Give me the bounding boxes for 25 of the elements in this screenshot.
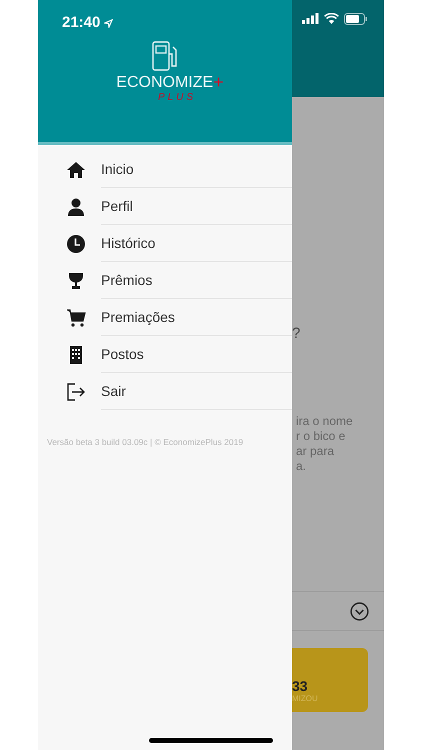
logo-subtitle: PLUS (158, 92, 196, 103)
question-text: ? (292, 324, 302, 344)
card-caption: MIZOU (292, 694, 319, 704)
cart-icon (66, 308, 86, 328)
paragraph-line: r o bico e (296, 429, 346, 444)
location-arrow-icon (104, 18, 114, 28)
logo-plus-sign: + (213, 74, 224, 90)
version-text: Versão beta 3 build 03.09c | © EconomizePlus 2019 (46, 436, 244, 449)
chevron-down-icon (350, 602, 369, 620)
dropdown-row[interactable] (292, 591, 384, 631)
wifi-icon (324, 13, 339, 24)
logo-wordmark: ECONOMIZE (116, 74, 214, 92)
clock-time: 21:40 (62, 12, 100, 33)
house-icon (66, 160, 86, 180)
clock-icon (66, 234, 86, 254)
exit-icon (66, 382, 86, 402)
person-icon (66, 196, 86, 216)
trophy-icon (66, 270, 86, 290)
paragraph-line: a. (296, 459, 308, 474)
battery-icon (344, 13, 368, 25)
signal-icon (302, 13, 319, 24)
fuel-pump-icon (151, 40, 179, 72)
paragraph-line: ar para (296, 444, 336, 459)
card-value: 33 (292, 678, 309, 694)
paragraph-line: ira o nome (296, 414, 354, 429)
